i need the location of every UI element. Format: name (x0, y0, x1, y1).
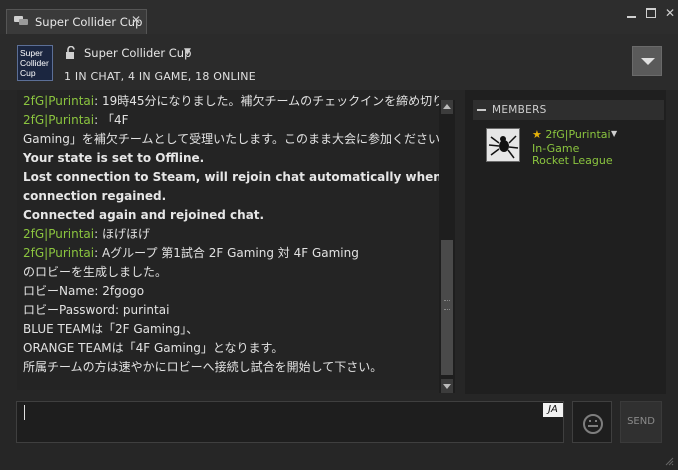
chat-message: ロビーPassword: purintai (23, 303, 169, 318)
chat-message: 2fG|Purintai: ほげほげ (23, 227, 150, 242)
chat-log[interactable]: 2fG|Purintai: 19時45分になりました。補欠チームのチェックインを… (17, 90, 439, 390)
chat-header: Super Collider Cup Super Collider Cup ▼ … (0, 34, 678, 90)
chat-message: 2fG|Purintai: 19時45分になりました。補欠チームのチェックインを… (23, 94, 439, 109)
chat-message: のロビーを生成しました。 (23, 265, 167, 280)
member-item[interactable]: ★ 2fG|Purintai ▼ In-Game Rocket League (473, 126, 664, 167)
message-text: : 19時45分になりました。補欠チームのチェックインを締め切ります。 (94, 94, 439, 108)
tab-chat[interactable]: Super Collider Cup ✕ (6, 9, 147, 34)
avatar-text-line: Collider (20, 58, 49, 68)
chevron-down-icon[interactable]: ▼ (184, 47, 191, 57)
scroll-down-arrow-icon[interactable] (441, 379, 453, 393)
avatar-text-line: Cup (20, 68, 36, 78)
message-text: ロビーPassword: purintai (23, 303, 170, 317)
system-message: Connected again and rejoined chat. (23, 208, 264, 223)
close-window-button[interactable]: ✕ (662, 5, 678, 21)
message-text: Connected again and rejoined chat. (23, 208, 265, 222)
message-text: Your state is set to Offline. (23, 151, 205, 165)
message-text: ORANGE TEAMは「4F Gaming」となります。 (23, 341, 284, 355)
message-text: 所属チームの方は速やかにロビーへ接続し試合を開始して下さい。 (23, 360, 383, 374)
chat-options-button[interactable] (632, 46, 662, 76)
message-text: : Aグループ 第1試合 2F Gaming 対 4F Gaming (94, 246, 359, 260)
chat-message: ロビーName: 2fgogo (23, 284, 144, 299)
text-caret (24, 405, 25, 420)
chat-message: BLUE TEAMは「2F Gaming」、 (23, 322, 198, 337)
members-title: MEMBERS (492, 104, 547, 116)
members-panel: MEMBERS ★ 2fG|Purintai ▼ In-Game Rocket … (465, 90, 666, 394)
send-button[interactable]: SEND (620, 401, 662, 443)
message-text: Gaming」を補欠チームとして受理いたします。このまま大会に参加ください。 (23, 132, 439, 146)
system-message: Lost connection to Steam, will rejoin ch… (23, 170, 439, 185)
tab-title: Super Collider Cup (35, 15, 143, 29)
message-text: connection regained. (23, 189, 167, 203)
member-name[interactable]: ★ 2fG|Purintai (532, 128, 611, 141)
minimize-button[interactable] (624, 5, 640, 21)
chat-message: Gaming」を補欠チームとして受理いたします。このまま大会に参加ください。 (23, 132, 439, 147)
message-sender[interactable]: 2fG|Purintai (23, 113, 94, 127)
message-sender[interactable]: 2fG|Purintai (23, 246, 94, 260)
emoticon-button[interactable] (572, 401, 612, 443)
star-icon: ★ (532, 128, 542, 141)
chat-message: 2fG|Purintai: 「4F (23, 113, 129, 128)
group-status: 1 IN CHAT, 4 IN GAME, 18 ONLINE (64, 70, 256, 83)
chevron-down-icon[interactable]: ▼ (611, 129, 617, 138)
chat-bubbles-icon (14, 16, 28, 25)
message-text: BLUE TEAMは「2F Gaming」、 (23, 322, 199, 336)
message-text: ロビーName: 2fgogo (23, 284, 145, 298)
chat-message: 2fG|Purintai: Aグループ 第1試合 2F Gaming 対 4F … (23, 246, 359, 261)
title-bar: Super Collider Cup ✕ ✕ (0, 0, 678, 34)
tab-close-icon[interactable]: ✕ (131, 13, 141, 27)
message-text: のロビーを生成しました。 (23, 265, 168, 279)
message-text: Lost connection to Steam, will rejoin ch… (23, 170, 439, 184)
member-name-text: 2fG|Purintai (545, 128, 611, 141)
chat-scrollbar[interactable] (439, 100, 455, 393)
smiley-icon (583, 414, 603, 434)
ime-indicator: JA (543, 403, 563, 417)
system-message: Your state is set to Offline. (23, 151, 204, 166)
system-message: connection regained. (23, 189, 166, 204)
spider-avatar-icon (487, 129, 519, 161)
members-header[interactable]: MEMBERS (473, 100, 664, 120)
unlock-icon (66, 46, 75, 59)
group-avatar[interactable]: Super Collider Cup (17, 45, 53, 81)
message-text: : 「4F (94, 113, 129, 127)
resize-grip-icon[interactable] (664, 456, 674, 466)
chat-message: 所属チームの方は速やかにロビーへ接続し試合を開始して下さい。 (23, 360, 382, 375)
member-avatar[interactable] (486, 128, 520, 162)
avatar-text-line: Super (20, 48, 43, 58)
scroll-up-arrow-icon[interactable] (441, 100, 453, 114)
maximize-button[interactable] (643, 5, 659, 21)
message-text: : ほげほげ (94, 227, 150, 241)
group-name[interactable]: Super Collider Cup (84, 46, 191, 60)
scrollbar-thumb[interactable] (441, 240, 453, 375)
grip-icon (444, 300, 450, 310)
message-sender[interactable]: 2fG|Purintai (23, 227, 94, 241)
member-game: Rocket League (532, 154, 613, 167)
chat-message: ORANGE TEAMは「4F Gaming」となります。 (23, 341, 283, 356)
collapse-icon[interactable] (477, 109, 486, 111)
message-input[interactable] (16, 401, 564, 443)
message-sender[interactable]: 2fG|Purintai (23, 94, 94, 108)
